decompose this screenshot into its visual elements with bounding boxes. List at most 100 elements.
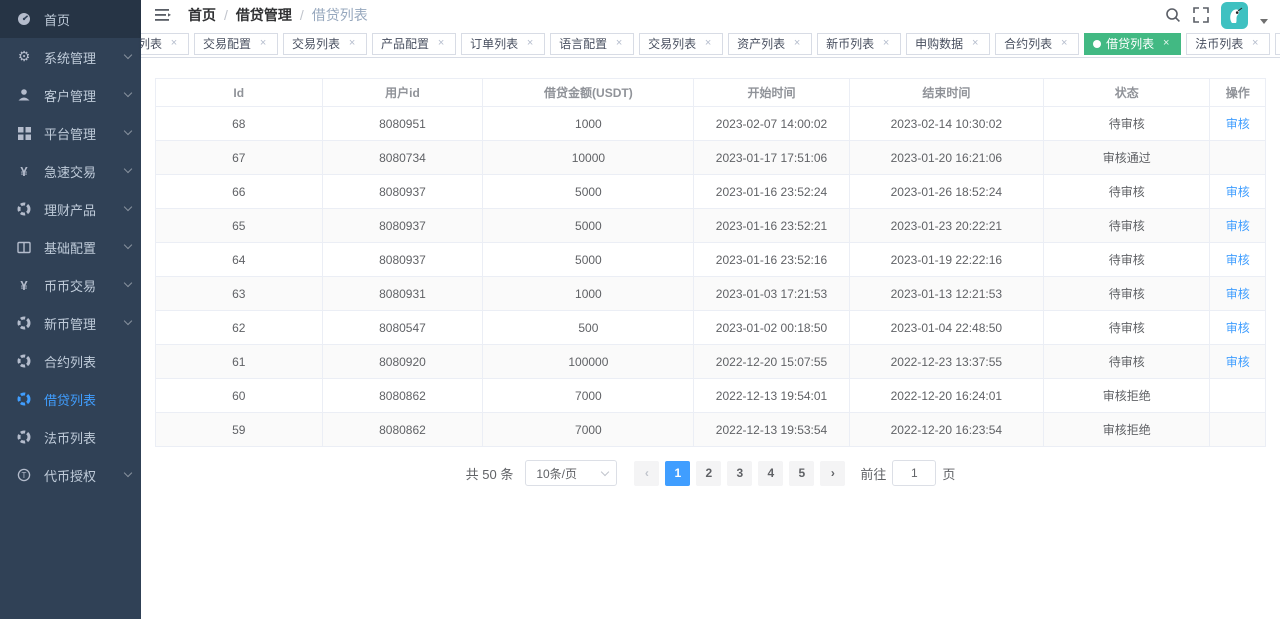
tab-item[interactable]: 交易配置 × [194, 33, 278, 55]
sidebar-item-coin-trade[interactable]: ¥币币交易 [0, 266, 141, 304]
cell-action: 审核 [1210, 175, 1266, 209]
page-button[interactable]: 4 [758, 461, 783, 486]
cell-action: 审核 [1210, 345, 1266, 379]
cell-id: 64 [156, 243, 323, 277]
cell-user-id: 8080951 [322, 107, 483, 141]
tab-close-icon[interactable]: × [1160, 38, 1172, 50]
tab-item[interactable]: 合约列表× [995, 33, 1079, 55]
pagination: 共 50 条 10条/页 ‹ 12345 › 前往 页 [155, 460, 1266, 486]
sidebar-item-wealth[interactable]: 理财产品 [0, 190, 141, 228]
column-header: Id [156, 79, 323, 107]
tab-close-icon[interactable]: × [880, 38, 892, 50]
column-header: 用户id [322, 79, 483, 107]
tab-label: 列表 [141, 35, 162, 52]
breadcrumb-separator: / [224, 7, 228, 23]
table-row: 63808093110002023-01-03 17:21:532023-01-… [156, 277, 1266, 311]
cell-start-time: 2022-12-13 19:54:01 [694, 379, 849, 413]
sidebar-item-new-coin[interactable]: 新币管理 [0, 304, 141, 342]
tab-close-icon[interactable]: × [613, 38, 625, 50]
review-link[interactable]: 审核 [1226, 117, 1250, 131]
cell-amount: 500 [483, 311, 694, 345]
sidebar-item-system[interactable]: ⚙系统管理 [0, 38, 141, 76]
breadcrumb-item[interactable]: 首页 [188, 5, 216, 25]
tab-close-icon[interactable]: × [346, 38, 358, 50]
chevron-down-icon [124, 317, 132, 325]
review-link[interactable]: 审核 [1226, 185, 1250, 199]
review-link[interactable]: 审核 [1226, 287, 1250, 301]
tab-close-icon[interactable]: × [1249, 38, 1261, 50]
token-icon: T [16, 467, 32, 483]
tab-item[interactable]: 订单列表× [461, 33, 545, 55]
circle-icon [16, 201, 32, 217]
page-size-select[interactable]: 10条/页 [525, 460, 617, 486]
sidebar-item-platform[interactable]: 平台管理 [0, 114, 141, 152]
review-link[interactable]: 审核 [1226, 253, 1250, 267]
book-icon [16, 239, 32, 255]
search-icon[interactable] [1165, 7, 1181, 23]
page-button[interactable]: 1 [665, 461, 690, 486]
tab-active[interactable]: 借贷列表× [1084, 33, 1181, 55]
sidebar-item-basic-config[interactable]: 基础配置 [0, 228, 141, 266]
breadcrumb-item: 借贷列表 [312, 5, 368, 25]
review-link[interactable]: 审核 [1226, 355, 1250, 369]
tab-close-icon[interactable]: × [1058, 38, 1070, 50]
sidebar-item-label: 理财产品 [44, 200, 96, 219]
tab-item[interactable]: 法币列表× [1186, 33, 1270, 55]
page-button[interactable]: 5 [789, 461, 814, 486]
next-page-button[interactable]: › [820, 461, 845, 486]
tab-item[interactable]: 交易列表× [283, 33, 367, 55]
user-avatar[interactable] [1221, 2, 1248, 29]
cell-action [1210, 379, 1266, 413]
cell-user-id: 8080920 [322, 345, 483, 379]
tab-label: 交易配置 [203, 35, 251, 52]
tab-item[interactable]: 新币列表 × [817, 33, 901, 55]
fullscreen-icon[interactable] [1193, 7, 1209, 23]
sidebar-item-label: 币币交易 [44, 276, 96, 295]
sidebar-item-home[interactable]: 首页 [0, 0, 141, 38]
user-icon [16, 87, 32, 103]
cell-user-id: 8080937 [322, 209, 483, 243]
tab-close-icon[interactable]: × [702, 38, 714, 50]
sidebar-item-contract-list[interactable]: 合约列表 [0, 342, 141, 380]
sidebar-item-fast-trade[interactable]: ¥急速交易 [0, 152, 141, 190]
sidebar-item-loan-list[interactable]: 借贷列表 [0, 380, 141, 418]
page-button[interactable]: 3 [727, 461, 752, 486]
tab-item[interactable]: 资产列表× [728, 33, 812, 55]
tab-item[interactable]: 列表 × [141, 33, 189, 55]
cell-status: 待审核 [1043, 107, 1210, 141]
tab-close-icon[interactable]: × [168, 38, 180, 50]
caret-down-icon[interactable] [1260, 19, 1268, 24]
breadcrumb-item[interactable]: 借贷管理 [236, 5, 292, 25]
cell-action: 审核 [1210, 311, 1266, 345]
tab-close-icon[interactable]: × [435, 38, 447, 50]
tab-close-icon[interactable]: × [969, 38, 981, 50]
sidebar-item-label: 合约列表 [44, 352, 96, 371]
goto-page-input[interactable] [892, 460, 936, 486]
tab-item[interactable]: 语言配置× [550, 33, 634, 55]
tab-item[interactable]: 产品配置× [372, 33, 456, 55]
review-link[interactable]: 审核 [1226, 321, 1250, 335]
tab-close-icon[interactable]: × [257, 38, 269, 50]
tab-item[interactable]: 代币列表× [1275, 33, 1280, 55]
goto-group: 前往 页 [860, 460, 955, 486]
prev-page-button[interactable]: ‹ [634, 461, 659, 486]
hamburger-icon[interactable] [155, 8, 172, 22]
cell-end-time: 2022-12-20 16:23:54 [849, 413, 1043, 447]
tab-close-icon[interactable]: × [791, 38, 803, 50]
sidebar-item-fiat-list[interactable]: 法币列表 [0, 418, 141, 456]
breadcrumb: 首页/借贷管理/借贷列表 [188, 5, 368, 25]
chevron-down-icon [124, 241, 132, 249]
tab-item[interactable]: 交易列表× [639, 33, 723, 55]
sidebar-item-customer[interactable]: 客户管理 [0, 76, 141, 114]
page-button[interactable]: 2 [696, 461, 721, 486]
circle-icon [16, 315, 32, 331]
tab-close-icon[interactable]: × [524, 38, 536, 50]
chevron-down-icon [124, 469, 132, 477]
circle-icon [16, 391, 32, 407]
tab-item[interactable]: 申购数据× [906, 33, 990, 55]
sidebar-item-token-auth[interactable]: T代币授权 [0, 456, 141, 494]
chevron-down-icon [124, 203, 132, 211]
review-link[interactable]: 审核 [1226, 219, 1250, 233]
cell-amount: 5000 [483, 209, 694, 243]
tab-label: 新币列表 [826, 35, 874, 52]
